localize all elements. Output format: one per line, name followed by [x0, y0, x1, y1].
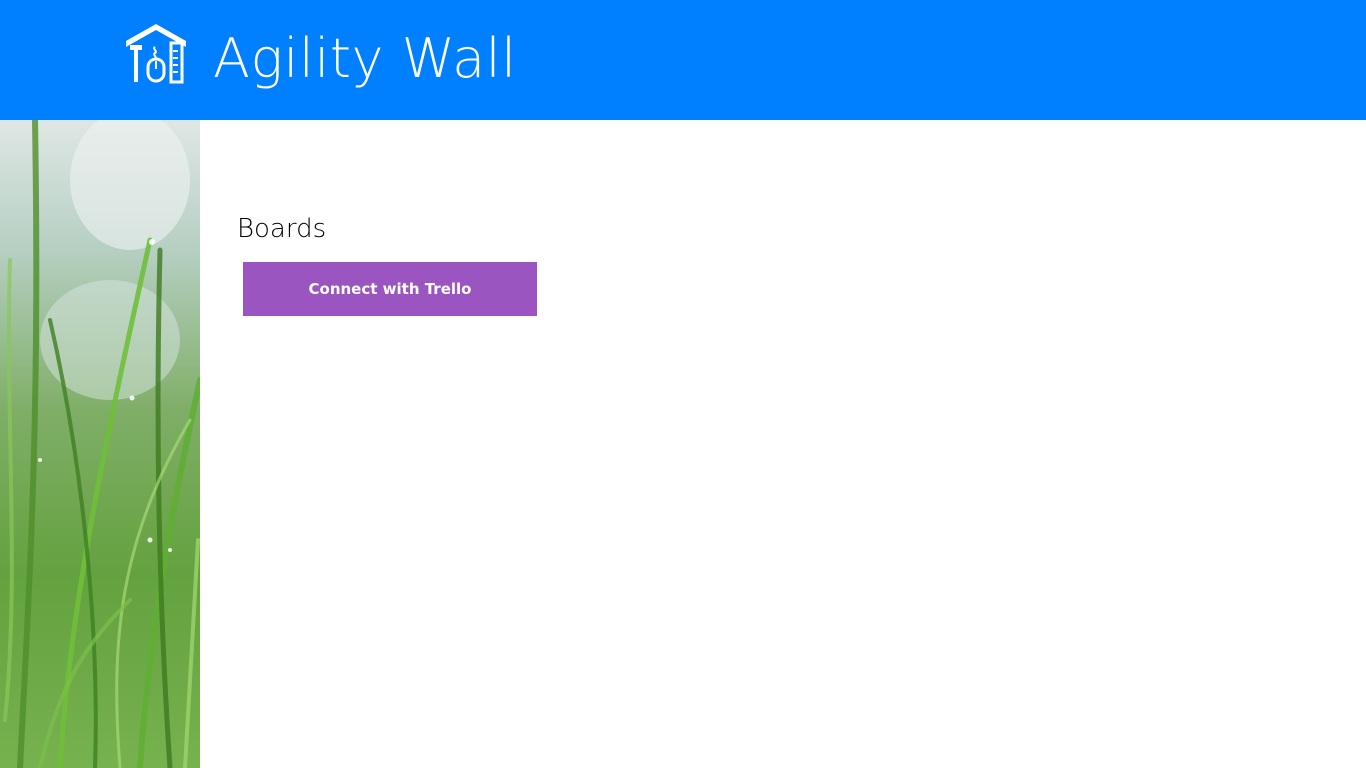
app-title: Agility Wall: [213, 27, 517, 90]
header-bar: Agility Wall: [0, 0, 1366, 120]
house-tools-icon: [126, 24, 186, 84]
main-content: Boards Connect with Trello: [200, 120, 1366, 768]
grass-photo: [0, 120, 200, 768]
app-window: Agility Wall Boards Connect with Trello: [0, 0, 1366, 768]
connect-with-trello-button[interactable]: Connect with Trello: [243, 262, 537, 316]
boards-heading: Boards: [237, 214, 327, 244]
